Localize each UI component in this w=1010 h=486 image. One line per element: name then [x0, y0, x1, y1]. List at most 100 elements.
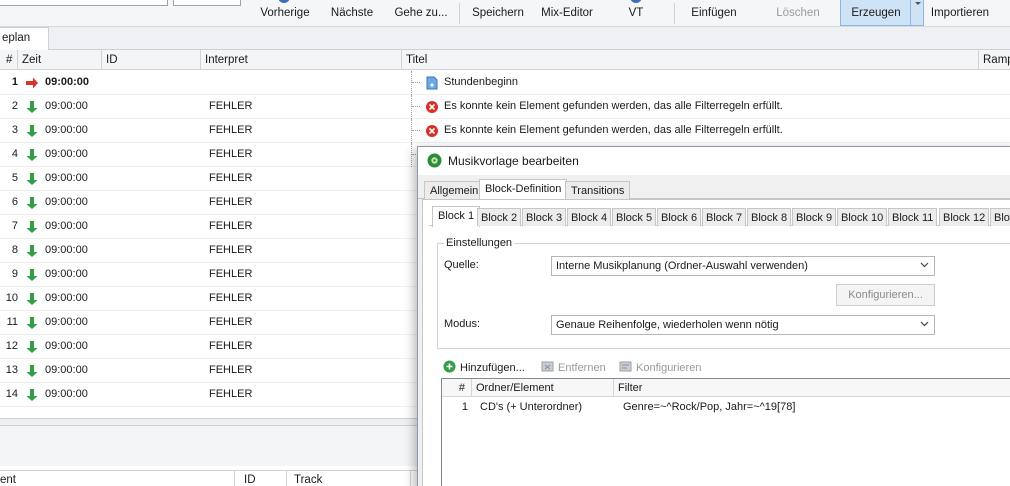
- configure-icon: [619, 361, 632, 372]
- row-time: 09:00:00: [45, 76, 90, 88]
- col-lower-id[interactable]: ID: [244, 474, 256, 486]
- previous-button[interactable]: Vorherige: [258, 6, 312, 24]
- tab-block-4[interactable]: Block 4: [567, 208, 612, 226]
- mode-select[interactable]: Genaue Reihenfolge, wiederholen wenn nöt…: [551, 315, 935, 335]
- tab-transitions[interactable]: Transitions: [565, 181, 631, 199]
- element-name: CD's (+ Unterordner): [480, 401, 583, 413]
- row-time: 09:00:00: [45, 124, 88, 136]
- goto-button[interactable]: Gehe zu...: [392, 6, 450, 24]
- row-artist: FEHLER: [209, 292, 253, 304]
- tab-block-12[interactable]: Block 12: [939, 208, 990, 226]
- tab-block-6[interactable]: Block 6: [657, 208, 702, 226]
- down-arrow-icon: [26, 365, 38, 377]
- tab-block-3[interactable]: Block 3: [522, 208, 567, 226]
- chevron-down-icon: [920, 321, 929, 327]
- configure-source-button[interactable]: Konfigurieren...: [836, 284, 935, 306]
- row-number: 9: [11, 268, 18, 280]
- row-number: 14: [5, 388, 18, 400]
- tab-block-11[interactable]: Block 11: [888, 208, 938, 226]
- col-ramp[interactable]: Ramp: [979, 50, 1010, 70]
- source-select[interactable]: Interne Musikplanung (Ordner-Auswahl ver…: [551, 256, 935, 276]
- tab-block-13[interactable]: Bloc: [990, 208, 1010, 226]
- insert-button[interactable]: Einfügen: [686, 6, 742, 24]
- down-arrow-icon: [26, 269, 38, 281]
- generate-button[interactable]: Erzeugen: [846, 6, 906, 24]
- dialog-title: Musikvorlage bearbeiten: [448, 154, 579, 168]
- down-arrow-icon: [26, 293, 38, 305]
- configure-element-button[interactable]: Konfigurieren: [636, 362, 701, 374]
- delete-button[interactable]: Löschen: [773, 6, 823, 24]
- current-hour-arrow-icon: [26, 77, 38, 89]
- row-time: 09:00:00: [45, 100, 88, 112]
- tab-block-8[interactable]: Block 8: [747, 208, 792, 226]
- row-time: 09:00:00: [45, 268, 88, 280]
- row-artist: FEHLER: [209, 124, 253, 136]
- table-row[interactable]: 1 09:00:00 Stundenbeginn: [0, 71, 1010, 95]
- row-number: 1: [11, 76, 18, 88]
- row-time: 09:00:00: [45, 172, 88, 184]
- row-number: 2: [11, 100, 18, 112]
- table-row[interactable]: 3 09:00:00 FEHLER Es konnte kein Element…: [0, 119, 1010, 143]
- col-folder-element[interactable]: Ordner/Element: [472, 379, 614, 397]
- row-time: 09:00:00: [45, 316, 88, 328]
- save-button[interactable]: Speichern: [470, 6, 526, 24]
- col-element[interactable]: ent: [0, 474, 16, 486]
- vt-button[interactable]: VT: [622, 6, 650, 24]
- block-definition-panel: Block 1 Block 2 Block 3 Block 4 Block 5 …: [422, 199, 1010, 486]
- row-number: 5: [11, 172, 18, 184]
- music-template-dialog: Musikvorlage bearbeiten Allgemein Block-…: [417, 146, 1010, 486]
- tab-plan[interactable]: eplan: [0, 27, 49, 50]
- element-list[interactable]: # Ordner/Element Filter 1 CD's (+ Untero…: [441, 378, 1010, 486]
- col-time[interactable]: Zeit: [18, 50, 102, 70]
- tab-block-definition[interactable]: Block-Definition: [479, 179, 568, 200]
- tab-block-7[interactable]: Block 7: [702, 208, 747, 226]
- generate-dropdown-icon[interactable]: [910, 0, 924, 26]
- tab-block-5[interactable]: Block 5: [612, 208, 657, 226]
- element-number: 1: [461, 401, 468, 413]
- tab-block-1[interactable]: Block 1: [432, 206, 481, 227]
- add-button[interactable]: Hinzufügen...: [460, 362, 525, 374]
- element-list-header: # Ordner/Element Filter: [442, 379, 1010, 397]
- col-artist[interactable]: Interpret: [201, 50, 402, 70]
- mode-label: Modus:: [444, 318, 481, 330]
- remove-button[interactable]: Entfernen: [558, 362, 606, 374]
- row-artist: FEHLER: [209, 220, 253, 232]
- document-tabstrip: eplan: [0, 27, 1010, 50]
- row-title: Stundenbeginn: [444, 76, 519, 88]
- row-number: 7: [11, 220, 18, 232]
- col-id[interactable]: ID: [102, 50, 201, 70]
- down-arrow-icon: [26, 245, 38, 257]
- down-arrow-icon: [26, 101, 38, 113]
- row-artist: FEHLER: [209, 316, 253, 328]
- tab-general[interactable]: Allgemein: [424, 181, 485, 199]
- col-element-number[interactable]: #: [442, 379, 472, 397]
- row-time: 09:00:00: [45, 340, 88, 352]
- col-track[interactable]: Track: [294, 474, 322, 486]
- down-arrow-icon: [26, 317, 38, 329]
- template-app-icon: [427, 153, 442, 168]
- col-title[interactable]: Titel: [402, 50, 979, 70]
- vt-icon: [630, 0, 642, 3]
- add-icon: [443, 360, 456, 373]
- import-button[interactable]: Importieren: [928, 6, 992, 24]
- dialog-titlebar[interactable]: Musikvorlage bearbeiten: [418, 147, 1010, 175]
- date-field[interactable]: [0, 0, 168, 6]
- col-filter[interactable]: Filter: [614, 379, 1010, 397]
- settings-group: Einstellungen Quelle: Interne Musikplanu…: [437, 237, 1010, 349]
- tab-block-9[interactable]: Block 9: [792, 208, 837, 226]
- next-button[interactable]: Nächste: [328, 6, 376, 24]
- tab-block-10[interactable]: Block 10: [837, 208, 888, 226]
- row-title: Es konnte kein Element gefunden werden, …: [444, 100, 783, 112]
- col-number[interactable]: #: [0, 50, 18, 70]
- tab-block-2[interactable]: Block 2: [477, 208, 522, 226]
- time-field[interactable]: [173, 0, 241, 6]
- error-icon: [426, 101, 438, 113]
- pane-splitter[interactable]: [0, 418, 420, 426]
- chevron-down-icon: [920, 262, 929, 268]
- down-arrow-icon: [26, 389, 38, 401]
- mix-editor-button[interactable]: Mix-Editor: [539, 6, 595, 24]
- error-icon: [426, 125, 438, 137]
- previous-icon: [278, 0, 290, 3]
- table-row[interactable]: 2 09:00:00 FEHLER Es konnte kein Element…: [0, 95, 1010, 119]
- list-item[interactable]: 1 CD's (+ Unterordner) Genre=~^Rock/Pop,…: [442, 398, 1010, 416]
